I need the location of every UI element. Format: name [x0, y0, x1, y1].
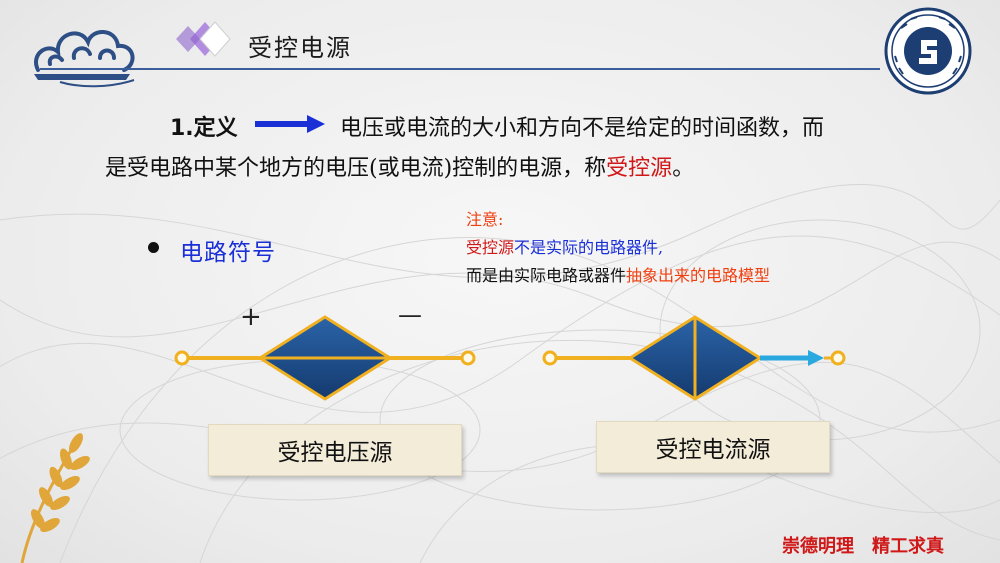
- note-line1: 受控源不是实际的电路器件,: [466, 238, 664, 257]
- circuit-symbol-heading: 电路符号: [180, 240, 276, 266]
- note-line2: 而是由实际电路或器件抽象出来的电路模型: [466, 266, 771, 285]
- title-diamond-icon: [176, 21, 231, 57]
- note-block: 注意: 受控源不是实际的电路器件, 而是由实际电路或器件抽象出来的电路模型: [466, 206, 770, 290]
- voltage-terminal-right: [460, 350, 476, 366]
- voltage-source-label: 受控电压源: [208, 424, 462, 476]
- arrow-right-icon: [255, 115, 325, 133]
- page-title: 受控电源: [248, 34, 352, 62]
- circuit-symbols: + —: [174, 301, 846, 401]
- wheat-decoration-icon: [20, 433, 90, 563]
- university-logo: [884, 7, 972, 95]
- controlled-source-term: 受控源: [606, 156, 673, 181]
- bullet-dot: [148, 242, 159, 253]
- current-source-label: 受控电流源: [596, 421, 830, 473]
- current-terminal-right: [830, 350, 846, 366]
- cloud-decoration-icon: [34, 30, 135, 88]
- current-arrow-icon: [808, 350, 824, 366]
- current-terminal-left: [542, 350, 558, 366]
- definition-text-line2: 是受电路中某个地方的电压(或电流)控制的电源，称受控源。: [105, 156, 695, 181]
- slide: 受控电源 1.定义 电压或电流的大小和方向不是给定的时间函数，而 是受电路中某个…: [0, 0, 1000, 563]
- footer-motto: 崇德明理 精工求真: [782, 536, 944, 557]
- definition-label: 1.定义: [170, 116, 238, 141]
- voltage-terminal-left: [174, 350, 190, 366]
- voltage-source-symbol: [174, 315, 476, 401]
- current-source-symbol: [542, 315, 846, 401]
- plus-sign: +: [240, 302, 262, 332]
- note-title: 注意:: [466, 210, 504, 229]
- definition-text-line1: 电压或电流的大小和方向不是给定的时间函数，而: [340, 116, 825, 141]
- minus-sign: —: [398, 301, 422, 329]
- header-divider: [40, 68, 880, 70]
